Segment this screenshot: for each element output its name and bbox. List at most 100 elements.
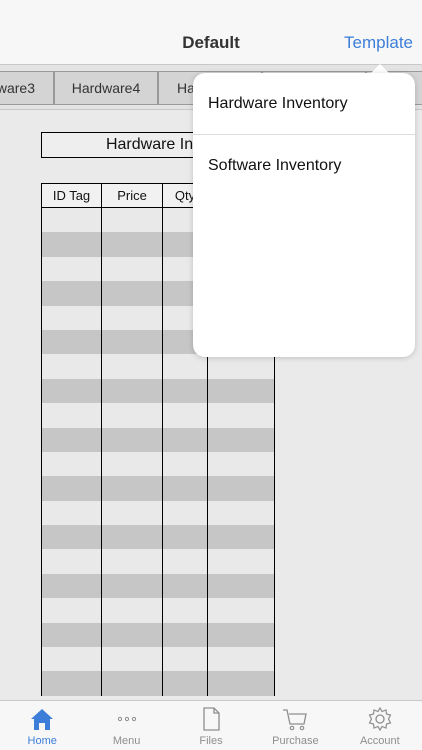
table-cell[interactable] <box>102 500 163 526</box>
table-cell[interactable] <box>42 378 102 404</box>
table-row[interactable] <box>41 403 275 428</box>
table-row[interactable] <box>41 549 275 574</box>
table-cell[interactable] <box>42 208 102 233</box>
table-cell[interactable] <box>163 476 208 501</box>
table-row[interactable] <box>41 427 275 452</box>
table-row[interactable] <box>41 573 275 599</box>
table-row[interactable] <box>41 378 275 404</box>
table-cell[interactable] <box>102 573 163 599</box>
table-cell[interactable] <box>102 671 163 696</box>
tab-menu[interactable]: Menu <box>84 701 168 750</box>
table-cell[interactable] <box>102 281 163 306</box>
table-cell[interactable] <box>42 403 102 428</box>
table-row[interactable] <box>41 647 275 672</box>
table-cell[interactable] <box>208 525 274 549</box>
tab-label: Purchase <box>272 735 319 747</box>
table-cell[interactable] <box>42 329 102 355</box>
tab-label: Files <box>199 735 223 747</box>
table-cell[interactable] <box>163 378 208 404</box>
table-cell[interactable] <box>163 403 208 428</box>
table-cell[interactable] <box>163 525 208 550</box>
table-cell[interactable] <box>102 476 163 501</box>
table-cell[interactable] <box>208 403 274 427</box>
table-cell[interactable] <box>208 379 274 403</box>
table-cell[interactable] <box>102 354 163 379</box>
table-cell[interactable] <box>42 305 102 330</box>
table-cell[interactable] <box>208 428 274 452</box>
table-cell[interactable] <box>163 451 208 477</box>
more-icon <box>117 716 136 722</box>
table-cell[interactable] <box>42 671 102 696</box>
table-cell[interactable] <box>42 354 102 379</box>
table-cell[interactable] <box>163 622 208 648</box>
table-cell[interactable] <box>42 598 102 623</box>
table-cell[interactable] <box>102 525 163 550</box>
template-popover: Hardware Inventory Software Inventory <box>193 73 415 357</box>
table-cell[interactable] <box>102 622 163 648</box>
table-cell[interactable] <box>163 427 208 452</box>
table-cell[interactable] <box>102 256 163 282</box>
table-cell[interactable] <box>102 305 163 330</box>
navigation-bar: Default Template <box>0 0 422 64</box>
table-row[interactable] <box>41 622 275 648</box>
table-cell[interactable] <box>163 573 208 599</box>
table-cell[interactable] <box>42 622 102 648</box>
file-icon <box>203 707 220 731</box>
table-cell[interactable] <box>42 647 102 672</box>
table-cell[interactable] <box>102 208 163 233</box>
table-cell[interactable] <box>102 403 163 428</box>
table-cell[interactable] <box>208 574 274 598</box>
table-cell[interactable] <box>102 232 163 257</box>
table-row[interactable] <box>41 476 275 501</box>
table-cell[interactable] <box>208 476 274 500</box>
tab-account[interactable]: Account <box>338 701 422 750</box>
table-cell[interactable] <box>208 354 274 378</box>
table-cell[interactable] <box>42 256 102 282</box>
table-cell[interactable] <box>42 427 102 452</box>
table-cell[interactable] <box>163 598 208 623</box>
table-cell[interactable] <box>42 573 102 599</box>
table-cell[interactable] <box>42 232 102 257</box>
table-row[interactable] <box>41 451 275 477</box>
table-cell[interactable] <box>42 476 102 501</box>
table-cell[interactable] <box>102 647 163 672</box>
table-cell[interactable] <box>208 452 274 476</box>
template-button[interactable]: Template <box>344 33 413 53</box>
table-row[interactable] <box>41 525 275 550</box>
table-cell[interactable] <box>102 378 163 404</box>
tab-files[interactable]: Files <box>169 701 253 750</box>
table-cell[interactable] <box>208 598 274 622</box>
table-cell[interactable] <box>208 501 274 525</box>
table-cell[interactable] <box>102 451 163 477</box>
table-cell[interactable] <box>208 671 274 695</box>
table-cell[interactable] <box>102 598 163 623</box>
table-cell[interactable] <box>42 500 102 526</box>
table-cell[interactable] <box>163 549 208 574</box>
tab-home[interactable]: Home <box>0 701 84 750</box>
table-cell[interactable] <box>102 549 163 574</box>
cart-icon <box>283 709 308 731</box>
tab-label: Menu <box>112 735 141 747</box>
table-cell[interactable] <box>102 427 163 452</box>
table-cell[interactable] <box>163 671 208 696</box>
template-option-software-inventory[interactable]: Software Inventory <box>193 135 415 197</box>
table-row[interactable] <box>41 500 275 526</box>
table-cell[interactable] <box>42 281 102 306</box>
table-row[interactable] <box>41 598 275 623</box>
table-cell[interactable] <box>42 525 102 550</box>
table-cell[interactable] <box>42 549 102 574</box>
template-option-hardware-inventory[interactable]: Hardware Inventory <box>193 73 415 135</box>
tab-purchase[interactable]: Purchase <box>253 701 337 750</box>
sheet-tab[interactable]: ware3 <box>0 71 54 105</box>
table-cell[interactable] <box>163 500 208 526</box>
table-cell[interactable] <box>208 647 274 671</box>
table-row[interactable] <box>41 354 275 379</box>
table-cell[interactable] <box>102 329 163 355</box>
table-cell[interactable] <box>163 647 208 672</box>
table-cell[interactable] <box>42 451 102 477</box>
table-cell[interactable] <box>208 549 274 573</box>
table-cell[interactable] <box>163 354 208 379</box>
table-cell[interactable] <box>208 623 274 647</box>
sheet-tab[interactable]: Hardware4 <box>54 71 158 105</box>
table-row[interactable] <box>41 671 275 696</box>
